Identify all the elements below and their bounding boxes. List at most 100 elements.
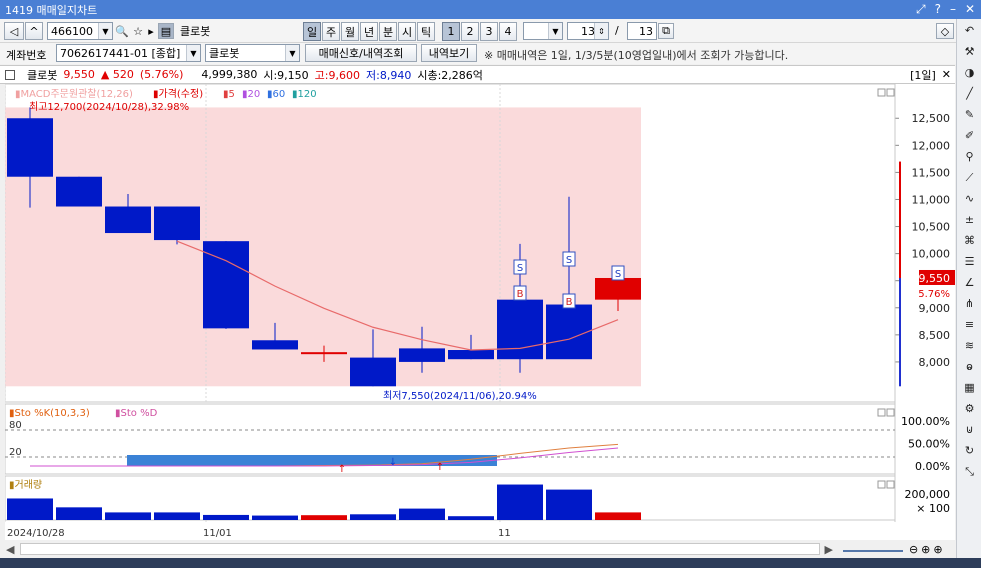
zoom-reset-icon[interactable]: ⊕: [933, 543, 942, 556]
zoom-slider[interactable]: [842, 546, 903, 552]
info-price: 9,550: [63, 68, 95, 81]
pin-icon[interactable]: ⚲: [959, 147, 980, 166]
fan-icon[interactable]: ⋔: [959, 294, 980, 313]
price-tick-label: 12,500: [912, 112, 951, 125]
scroll-right-icon[interactable]: ▶: [824, 543, 832, 556]
plus-minus-icon[interactable]: ±: [959, 210, 980, 229]
wave-icon[interactable]: ∿: [959, 189, 980, 208]
close-icon[interactable]: ✕: [942, 68, 951, 81]
number-tab-1[interactable]: 1: [442, 22, 460, 41]
count-field-3[interactable]: 13: [627, 22, 657, 40]
up-icon[interactable]: ^: [25, 22, 43, 40]
sto-arrow: ↓: [389, 457, 397, 468]
angle-icon[interactable]: ∠: [959, 273, 980, 292]
tool-icon[interactable]: ⚒: [959, 42, 980, 61]
candle-body: [497, 299, 543, 360]
notice-text: ※ 매매내역은 1일, 1/3/5분(10영업일내)에서 조회가 가능합니다.: [484, 49, 789, 62]
stock-code-input[interactable]: 466100 ▼: [47, 22, 113, 40]
spin-icon[interactable]: ⇕: [594, 23, 608, 39]
chevron-down-icon[interactable]: ▼: [186, 45, 200, 61]
sell-marker-label: S: [615, 269, 621, 280]
legend-price: ▮가격(수정): [153, 87, 203, 100]
close-icon[interactable]: ✕: [965, 2, 975, 17]
half-circle-icon[interactable]: ◑: [959, 63, 980, 82]
expand-icon[interactable]: ◇: [936, 23, 954, 39]
help-icon[interactable]: ?: [935, 2, 941, 17]
signal-button[interactable]: 매매신호/내역조회: [305, 44, 417, 62]
price-tick-label: 10,000: [912, 248, 951, 261]
high-note: 최고12,700(2024/10/28),32.98%: [29, 101, 189, 113]
search-icon[interactable]: 🔍: [114, 22, 130, 40]
volume-bar: [448, 516, 494, 520]
number-tab-2[interactable]: 2: [461, 22, 479, 41]
refresh-icon[interactable]: ↻: [959, 441, 980, 460]
account-label: 계좌번호: [6, 49, 47, 62]
link-icon[interactable]: ⤢: [916, 2, 926, 17]
play-icon[interactable]: ▸: [146, 22, 156, 40]
account-number: 7062617441-01 [종합]: [60, 47, 181, 60]
x-axis-label: 11/01: [203, 528, 232, 539]
volume-bar: [105, 512, 151, 520]
window-icon[interactable]: ⧉: [658, 23, 674, 39]
drawing-toolbar: ↶ ⚒ ◑ ╱ ✎ ✐ ⚲ ⟋ ∿ ± ⌘ ☰ ∠ ⋔ ≡ ≋ ⱺ ▦ ⚙ ⊍ …: [956, 19, 981, 568]
count-field-1[interactable]: 1▼: [523, 22, 563, 40]
dw-icon[interactable]: ▦: [959, 378, 980, 397]
sto-tick-label: 50.00%: [908, 438, 950, 451]
line-icon[interactable]: ╱: [959, 84, 980, 103]
top-toolbar: ◁ ^ 466100 ▼ 🔍 ☆ ▸ ▤ 클로봇 일주월년분시틱1234 1▼ …: [0, 19, 981, 43]
period-tab-1[interactable]: 주: [322, 22, 340, 41]
taskbar: [0, 558, 981, 568]
undo-icon[interactable]: ↶: [959, 21, 980, 40]
minimize-icon[interactable]: –: [950, 2, 956, 17]
brush-icon[interactable]: ✎: [959, 105, 980, 124]
pattern-icon[interactable]: ≋: [959, 336, 980, 355]
zoom-out-icon[interactable]: ⊖: [909, 543, 918, 556]
chart-area[interactable]: ▮MACD주문원관찰(12,26) ▮가격(수정) ▮5 ▮20 ▮60 ▮120 최고12…: [5, 84, 955, 544]
period-tab-3[interactable]: 년: [360, 22, 378, 41]
sto-tick-label: 100.00%: [901, 415, 950, 428]
pen-icon[interactable]: ✐: [959, 126, 980, 145]
checkbox[interactable]: [5, 69, 15, 80]
number-tab-4[interactable]: 4: [499, 22, 517, 41]
scroll-left-icon[interactable]: ◀: [6, 543, 14, 556]
volume-bar: [546, 489, 592, 520]
prev-icon[interactable]: ◁: [4, 22, 24, 40]
candle-body: [252, 340, 298, 350]
period-tab-6[interactable]: 틱: [417, 22, 435, 41]
config-icon[interactable]: ⚙: [959, 399, 980, 418]
number-tab-3[interactable]: 3: [480, 22, 498, 41]
zoom-in-icon[interactable]: ⊕: [921, 543, 930, 556]
scrollbar[interactable]: [20, 543, 821, 555]
resize-icon[interactable]: ⤡: [959, 462, 980, 481]
chevron-down-icon[interactable]: ▼: [98, 23, 112, 39]
info-open: 시:9,150: [263, 68, 309, 82]
count-field-2[interactable]: 13 ⇕: [567, 22, 609, 40]
shapes-icon[interactable]: ⌘: [959, 231, 980, 250]
period-tab-0[interactable]: 일: [303, 22, 321, 41]
text-icon[interactable]: ⱺ: [959, 357, 980, 376]
account-select[interactable]: 7062617441-01 [종합] ▼: [56, 44, 201, 62]
volume-bar: [350, 514, 396, 520]
star-icon[interactable]: ☆: [130, 22, 146, 40]
period-tab-5[interactable]: 시: [398, 22, 416, 41]
legend-ma5: ▮5: [223, 89, 235, 100]
stock-name: 클로봇: [180, 25, 211, 38]
info-name: 클로봇: [27, 68, 58, 82]
list-icon[interactable]: ≡: [959, 315, 980, 334]
candle-body: [56, 176, 102, 207]
fib-icon[interactable]: ☰: [959, 252, 980, 271]
info-high: 고:9,600: [314, 68, 360, 82]
history-button[interactable]: 내역보기: [421, 44, 477, 62]
period-tab-4[interactable]: 분: [379, 22, 397, 41]
account-stock-select[interactable]: 클로봇 ▼: [205, 44, 300, 62]
x-axis-label: 11: [498, 528, 511, 539]
chevron-down-icon[interactable]: ▼: [285, 45, 299, 61]
panel-control-icon: [877, 480, 886, 489]
magnet-icon[interactable]: ⊍: [959, 420, 980, 439]
buy-marker-label: B: [566, 297, 573, 308]
period-tab-2[interactable]: 월: [341, 22, 359, 41]
trend-icon[interactable]: ⟋: [959, 168, 980, 187]
chevron-down-icon[interactable]: ▼: [548, 23, 562, 39]
chart-svg[interactable]: ▮MACD주문원관찰(12,26) ▮가격(수정) ▮5 ▮20 ▮60 ▮120 최고12…: [5, 84, 955, 544]
candle-body: [350, 357, 396, 387]
